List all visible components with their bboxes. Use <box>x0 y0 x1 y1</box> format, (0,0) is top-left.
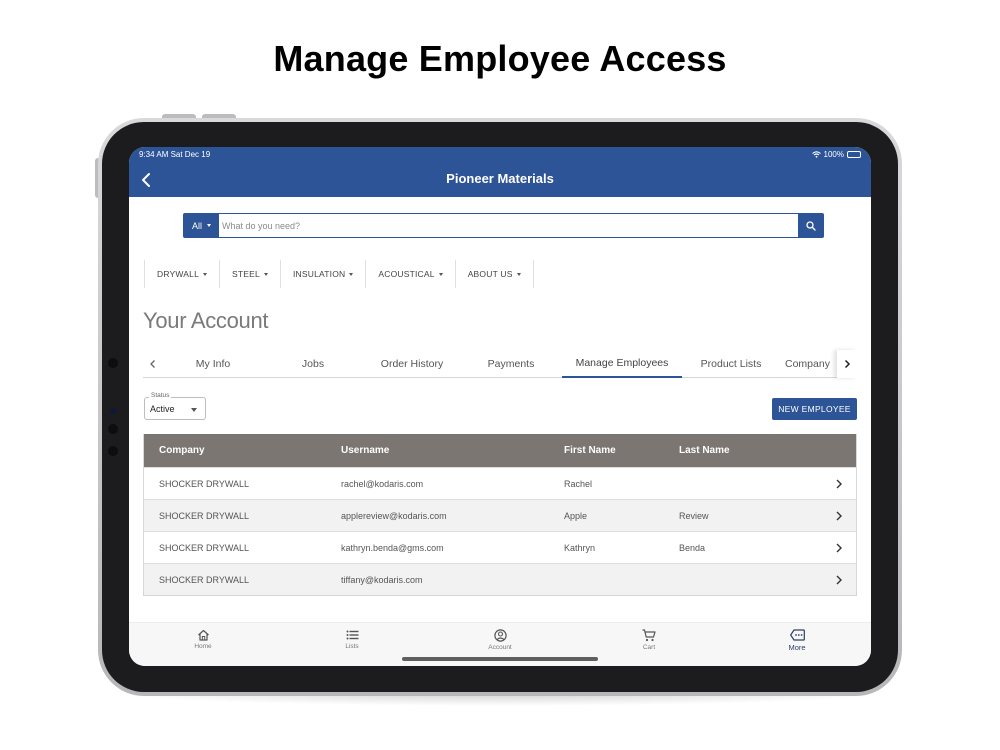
column-header-username[interactable]: Username <box>341 434 389 467</box>
search-scope-dropdown[interactable]: All <box>184 214 219 237</box>
category-drywall[interactable]: DRYWALL <box>145 260 221 288</box>
nav-label: More <box>788 643 806 652</box>
cell-company: SHOCKER DRYWALL <box>159 542 250 553</box>
list-icon <box>346 630 358 640</box>
category-label: INSULATION <box>292 269 346 279</box>
cell-username: applereview@kodaris.com <box>341 510 447 521</box>
tabs-scroll-left-button[interactable] <box>143 350 163 378</box>
category-insulation[interactable]: INSULATION <box>281 260 367 288</box>
nav-label: Home <box>194 643 212 650</box>
nav-cart[interactable]: Cart <box>619 629 679 651</box>
sensor-dot <box>108 358 118 368</box>
status-filter-label: Status <box>149 392 172 399</box>
chevron-down-icon <box>207 224 211 227</box>
table-row[interactable]: SHOCKER DRYWALL tiffany@kodaris.com <box>144 563 856 595</box>
chevron-right-icon[interactable] <box>834 510 844 522</box>
nav-home[interactable]: Home <box>173 629 233 650</box>
tabs-scroll-right-button[interactable] <box>837 350 857 378</box>
category-label: DRYWALL <box>157 269 200 279</box>
app-title: Pioneer Materials <box>446 171 554 186</box>
wifi-icon <box>811 151 821 158</box>
new-employee-button[interactable]: NEW EMPLOYEE <box>772 398 857 420</box>
chevron-down-icon <box>191 408 197 412</box>
chevron-right-icon[interactable] <box>834 542 844 554</box>
chevron-right-icon <box>844 359 851 369</box>
page-headline: Manage Employee Access <box>273 38 727 79</box>
cell-username: rachel@kodaris.com <box>341 478 424 489</box>
app-header: 9:34 AM Sat Dec 19 100% Pioneer Material… <box>129 147 871 197</box>
cell-last-name: Benda <box>679 542 706 553</box>
caret-down-icon <box>263 272 268 276</box>
caret-down-icon <box>349 272 354 276</box>
battery-percent: 100% <box>823 150 844 159</box>
cell-username: kathryn.benda@gms.com <box>341 542 444 553</box>
table-header: Company Username First Name Last Name <box>144 434 856 467</box>
nav-lists[interactable]: Lists <box>322 629 382 650</box>
cell-first-name: Apple <box>564 510 588 521</box>
category-menu: DRYWALL STEEL INSULATION ACOUSTICAL ABOU… <box>144 260 534 288</box>
tab-manage-employees[interactable]: Manage Employees <box>562 350 682 378</box>
tab-my-info[interactable]: My Info <box>183 350 243 378</box>
table-row[interactable]: SHOCKER DRYWALL applereview@kodaris.com … <box>144 499 856 531</box>
search-icon <box>805 220 816 231</box>
status-indicators: 100% <box>811 150 861 159</box>
employees-table: Company Username First Name Last Name SH… <box>143 434 857 596</box>
home-indicator[interactable] <box>402 657 598 661</box>
status-time: 9:34 AM Sat Dec 19 <box>139 150 211 159</box>
account-tabs: My Info Jobs Order History Payments Mana… <box>143 350 857 378</box>
caret-down-icon <box>516 272 521 276</box>
cell-username: tiffany@kodaris.com <box>341 574 423 585</box>
nav-label: Lists <box>345 643 359 650</box>
tab-order-history[interactable]: Order History <box>371 350 453 378</box>
account-icon <box>493 629 507 642</box>
nav-label: Cart <box>642 644 656 651</box>
cell-first-name: Rachel <box>564 478 593 489</box>
column-header-last-name[interactable]: Last Name <box>679 434 730 467</box>
more-icon <box>789 629 805 641</box>
category-acoustical[interactable]: ACOUSTICAL <box>366 260 456 288</box>
search-scope-label: All <box>191 220 202 231</box>
cart-icon <box>642 629 656 642</box>
caret-down-icon <box>203 272 208 276</box>
table-row[interactable]: SHOCKER DRYWALL kathryn.benda@gms.com Ka… <box>144 531 856 563</box>
nav-account[interactable]: Account <box>470 629 530 651</box>
cell-company: SHOCKER DRYWALL <box>159 478 250 489</box>
column-header-first-name[interactable]: First Name <box>564 434 616 467</box>
column-header-company[interactable]: Company <box>159 434 205 467</box>
search-input[interactable] <box>222 214 792 237</box>
nav-label: Account <box>488 644 512 651</box>
status-filter-value: Active <box>150 404 175 414</box>
sensor-dot <box>108 446 118 456</box>
app-screen: 9:34 AM Sat Dec 19 100% Pioneer Material… <box>129 147 871 666</box>
tab-jobs[interactable]: Jobs <box>283 350 343 378</box>
cell-first-name: Kathryn <box>564 542 596 553</box>
nav-more[interactable]: More <box>767 629 827 652</box>
cell-company: SHOCKER DRYWALL <box>159 574 250 585</box>
search-bar: All <box>183 213 824 238</box>
search-button[interactable] <box>798 214 823 237</box>
category-label: STEEL <box>232 269 260 279</box>
caret-down-icon <box>438 272 443 276</box>
chevron-left-icon <box>150 360 155 368</box>
category-steel[interactable]: STEEL <box>220 260 281 288</box>
sensor-dot <box>108 424 118 434</box>
status-filter-select[interactable]: Status Active <box>144 392 206 420</box>
camera-icon <box>110 408 116 414</box>
tab-company[interactable]: Company <box>785 350 837 378</box>
table-row[interactable]: SHOCKER DRYWALL rachel@kodaris.com Rache… <box>144 467 856 499</box>
category-label: ACOUSTICAL <box>378 269 435 279</box>
chevron-right-icon[interactable] <box>834 574 844 586</box>
cell-last-name: Review <box>679 510 709 521</box>
chevron-right-icon[interactable] <box>834 478 844 490</box>
home-icon <box>197 629 209 641</box>
page-title: Your Account <box>143 308 269 333</box>
category-about-us[interactable]: ABOUT US <box>456 260 534 288</box>
tab-payments[interactable]: Payments <box>473 350 549 378</box>
battery-icon <box>847 151 861 158</box>
tab-product-lists[interactable]: Product Lists <box>693 350 769 378</box>
cell-company: SHOCKER DRYWALL <box>159 510 250 521</box>
category-label: ABOUT US <box>467 269 513 279</box>
